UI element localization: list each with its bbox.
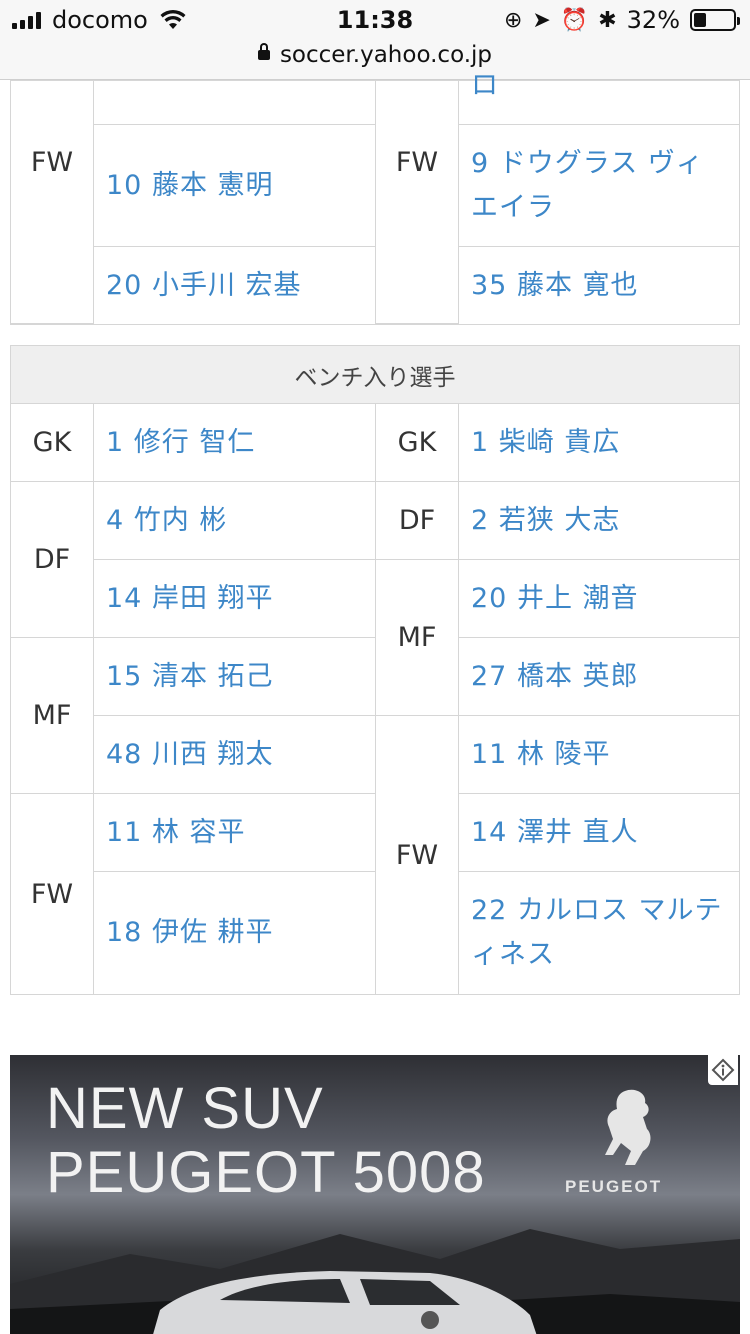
player-cell[interactable]: 1 修行 智仁 [94, 404, 376, 482]
lock-icon [257, 43, 270, 60]
position-cell: DF [11, 482, 94, 638]
player-link[interactable]: 1 修行 智仁 [106, 421, 255, 465]
rotation-lock-icon: ⊕ [503, 7, 523, 33]
url-text: soccer.yahoo.co.jp [279, 42, 493, 68]
player-link[interactable]: 1 柴崎 貴広 [471, 421, 620, 465]
player-link[interactable]: 20 井上 潮音 [471, 577, 639, 621]
player-cell[interactable]: 14 澤井 直人 [459, 794, 739, 872]
player-cell[interactable]: 20 井上 潮音 [459, 560, 739, 638]
ad-info-icon[interactable] [708, 1055, 738, 1085]
starting-lineup-table: FW 10 藤本 憲明 20 小手川 宏基 FW ロ 9 ドウグラス ヴィエイラ… [10, 72, 740, 325]
position-label: FW [395, 146, 439, 178]
position-cell: FW [11, 794, 94, 994]
player-link[interactable]: 10 藤本 憲明 [106, 164, 274, 208]
player-cell[interactable]: 20 小手川 宏基 [94, 247, 376, 324]
player-link[interactable]: ロ [471, 72, 499, 99]
position-cell: DF [376, 482, 459, 560]
player-cell[interactable]: 11 林 陵平 [459, 716, 739, 794]
url-bar[interactable]: soccer.yahoo.co.jp [0, 40, 750, 80]
player-link[interactable]: 9 ドウグラス ヴィエイラ [471, 142, 729, 230]
player-cell[interactable]: 4 竹内 彬 [94, 482, 376, 560]
peugeot-lion-logo [605, 1089, 651, 1165]
bench-table: ベンチ入り選手 GK 1 修行 智仁 DF 4 竹内 彬 14 岸田 翔平 MF… [10, 345, 740, 995]
player-link[interactable]: 22 カルロス マルティネス [471, 889, 729, 977]
player-cell[interactable]: ロ [459, 72, 739, 125]
bench-header: ベンチ入り選手 [11, 346, 739, 404]
player-link[interactable]: 20 小手川 宏基 [106, 264, 302, 308]
position-cell: MF [11, 638, 94, 794]
player-cell[interactable]: 2 若狭 大志 [459, 482, 739, 560]
player-link[interactable]: 11 林 容平 [106, 811, 246, 855]
position-cell: GK [376, 404, 459, 482]
car-illustration [153, 1271, 537, 1334]
player-cell[interactable]: 35 藤本 寛也 [459, 247, 739, 324]
player-link[interactable]: 15 清本 拓己 [106, 655, 274, 699]
ad-headline-line2: PEUGEOT 5008 [46, 1140, 486, 1205]
player-cell[interactable]: 18 伊佐 耕平 [94, 872, 376, 994]
battery-icon [690, 9, 740, 31]
player-cell[interactable]: 48 川西 翔太 [94, 716, 376, 794]
location-icon: ➤ [532, 7, 551, 33]
player-link[interactable]: 14 澤井 直人 [471, 811, 639, 855]
position-cell: FW [11, 81, 94, 324]
player-link[interactable]: 18 伊佐 耕平 [106, 911, 274, 955]
ad-headline: NEW SUV PEUGEOT 5008 [46, 1077, 486, 1205]
position-cell: FW [376, 81, 459, 324]
bluetooth-icon: ✱ [598, 7, 617, 33]
ad-headline-line1: NEW SUV [46, 1076, 324, 1141]
status-bar: docomo 11:38 ⊕ ➤ ⏰ ✱ 32% [0, 0, 750, 40]
player-link[interactable]: 14 岸田 翔平 [106, 577, 274, 621]
player-cell[interactable]: 9 ドウグラス ヴィエイラ [459, 125, 739, 247]
player-link[interactable]: 11 林 陵平 [471, 733, 611, 777]
ad-banner[interactable]: NEW SUV PEUGEOT 5008 PEUGEOT [10, 1055, 740, 1334]
player-cell[interactable]: 27 橋本 英郎 [459, 638, 739, 716]
battery-percent: 32% [626, 6, 680, 34]
player-link[interactable]: 48 川西 翔太 [106, 733, 274, 777]
player-link[interactable]: 2 若狭 大志 [471, 499, 620, 543]
player-cell[interactable] [94, 81, 376, 125]
player-cell[interactable]: 14 岸田 翔平 [94, 560, 376, 638]
position-cell: FW [376, 716, 459, 994]
position-cell: GK [11, 404, 94, 482]
player-cell[interactable]: 10 藤本 憲明 [94, 125, 376, 247]
alarm-icon: ⏰ [560, 7, 589, 33]
player-cell[interactable]: 1 柴崎 貴広 [459, 404, 739, 482]
position-label: FW [30, 146, 74, 178]
ad-brand: PEUGEOT [565, 1177, 663, 1196]
player-cell[interactable]: 15 清本 拓己 [94, 638, 376, 716]
player-link[interactable]: 4 竹内 彬 [106, 499, 227, 543]
player-cell[interactable]: 11 林 容平 [94, 794, 376, 872]
player-link[interactable]: 27 橋本 英郎 [471, 655, 639, 699]
player-link[interactable]: 35 藤本 寛也 [471, 264, 639, 308]
player-cell[interactable]: 22 カルロス マルティネス [459, 872, 739, 994]
position-cell: MF [376, 560, 459, 716]
